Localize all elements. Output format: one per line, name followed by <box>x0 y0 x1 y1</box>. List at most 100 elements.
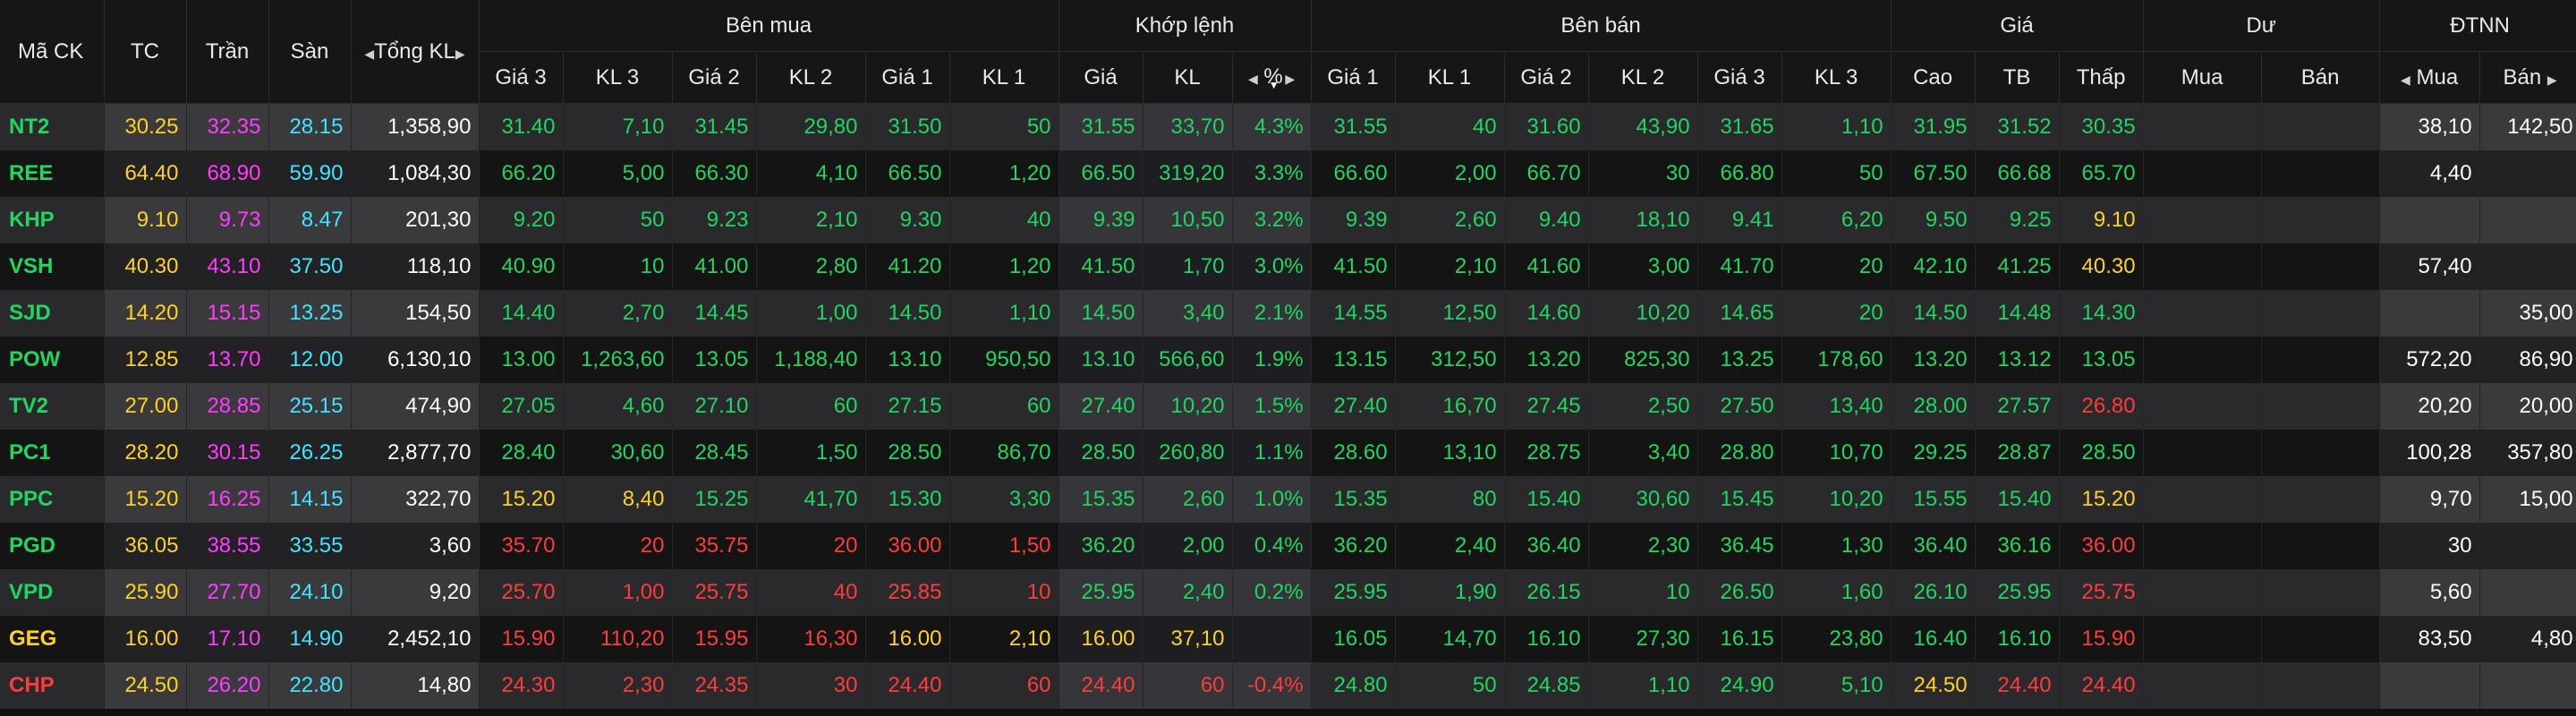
col-du-ban[interactable]: Bán <box>2261 51 2380 104</box>
ref-price-cell: 30.25 <box>104 103 187 150</box>
symbol-cell[interactable]: NT2 <box>0 103 105 150</box>
bid-price-3-cell: 66.20 <box>479 150 564 197</box>
col-tongkl-header[interactable]: ◀Tổng KL▶ <box>351 0 480 104</box>
total-volume-cell: 14,80 <box>351 662 480 709</box>
col-s-gia2[interactable]: Giá 2 <box>1504 51 1589 104</box>
ask-vol-3-cell: 10,70 <box>1781 430 1892 476</box>
col-tb[interactable]: TB <box>1975 51 2060 104</box>
symbol-cell[interactable]: KHP <box>0 197 105 243</box>
col-du-mua[interactable]: Mua <box>2143 51 2262 104</box>
col-thap[interactable]: Thấp <box>2059 51 2144 104</box>
symbol-cell[interactable]: TV2 <box>0 383 105 430</box>
col-b-gia2[interactable]: Giá 2 <box>672 51 757 104</box>
symbol-cell[interactable]: CHP <box>0 662 105 709</box>
col-cao[interactable]: Cao <box>1891 51 1976 104</box>
symbol-cell[interactable]: VSH <box>0 243 105 290</box>
ask-vol-1-cell: 12,50 <box>1395 290 1505 337</box>
col-m-pct[interactable]: ◀ %▼ ▶ <box>1232 51 1312 104</box>
col-tc-header[interactable]: TC <box>104 0 187 104</box>
group-ben-mua: Bên mua <box>479 0 1059 52</box>
total-volume-cell: 118,10 <box>351 243 480 290</box>
symbol-cell[interactable]: POW <box>0 337 105 383</box>
table-row[interactable]: VSH 40.30 43.10 37.50 118,10 40.90 10 41.00 2,80… <box>0 243 2576 290</box>
col-m-kl[interactable]: KL <box>1143 51 1233 104</box>
table-row[interactable]: VPD 25.90 27.70 24.10 9,20 25.70 1,00 25.75 40 25… <box>0 569 2576 616</box>
ceiling-price-cell: 38.55 <box>186 523 269 569</box>
price-board-table: Mã CK TC Trần Sàn ◀Tổng KL▶ Bên mua Khớp… <box>0 0 2576 709</box>
ask-price-3-cell: 16.15 <box>1697 616 1782 662</box>
col-nn-ban[interactable]: Bán ▶ <box>2479 51 2576 104</box>
ceiling-price-cell: 43.10 <box>186 243 269 290</box>
col-b-gia3[interactable]: Giá 3 <box>479 51 564 104</box>
table-row[interactable]: NT2 30.25 32.35 28.15 1,358,90 31.40 7,10 31.45… <box>0 103 2576 150</box>
col-s-gia3[interactable]: Giá 3 <box>1697 51 1782 104</box>
ask-vol-2-cell: 27,30 <box>1588 616 1698 662</box>
arrow-left-icon[interactable]: ◀ <box>364 47 374 61</box>
high-price-cell: 36.40 <box>1891 523 1976 569</box>
arrow-right-icon[interactable]: ▶ <box>455 47 465 61</box>
foreign-buy-cell: 9,70 <box>2379 476 2480 523</box>
ask-vol-1-cell: 1,90 <box>1395 569 1505 616</box>
arrow-right-icon[interactable]: ▶ <box>1285 72 1295 86</box>
symbol-cell[interactable]: VPD <box>0 569 105 616</box>
match-vol-cell: 10,50 <box>1143 197 1233 243</box>
foreign-sell-cell: 35,00 <box>2479 290 2576 337</box>
table-row[interactable]: CHP 24.50 26.20 22.80 14,80 24.30 2,30 24.35 30 2… <box>0 662 2576 709</box>
table-row[interactable]: POW 12.85 13.70 12.00 6,130,10 13.00 1,263,60 1… <box>0 337 2576 383</box>
table-row[interactable]: PC1 28.20 30.15 26.25 2,877,70 28.40 30,60 28.4… <box>0 430 2576 476</box>
table-row[interactable]: SJD 14.20 15.15 13.25 154,50 14.40 2,70 14.45 1,… <box>0 290 2576 337</box>
symbol-cell[interactable]: GEG <box>0 616 105 662</box>
ask-price-3-cell: 31.65 <box>1697 103 1782 150</box>
foreign-buy-cell: 572,20 <box>2379 337 2480 383</box>
ask-vol-3-cell: 1,30 <box>1781 523 1892 569</box>
col-s-gia1[interactable]: Giá 1 <box>1311 51 1396 104</box>
col-san-header[interactable]: Sàn <box>268 0 352 104</box>
foreign-buy-cell: 83,50 <box>2379 616 2480 662</box>
col-b-kl2[interactable]: KL 2 <box>756 51 866 104</box>
table-row[interactable]: PPC 15.20 16.25 14.15 322,70 15.20 8,40 15.25 41… <box>0 476 2576 523</box>
symbol-cell[interactable]: PGD <box>0 523 105 569</box>
match-vol-cell: 260,80 <box>1143 430 1233 476</box>
match-price-cell: 31.55 <box>1058 103 1143 150</box>
symbol-cell[interactable]: REE <box>0 150 105 197</box>
col-tran-header[interactable]: Trần <box>186 0 269 104</box>
col-s-kl2[interactable]: KL 2 <box>1588 51 1698 104</box>
col-b-gia1[interactable]: Giá 1 <box>865 51 950 104</box>
ask-vol-1-cell: 40 <box>1395 103 1505 150</box>
symbol-cell[interactable]: PC1 <box>0 430 105 476</box>
ref-price-cell: 64.40 <box>104 150 187 197</box>
table-row[interactable]: PGD 36.05 38.55 33.55 3,60 35.70 20 35.75 20 36.0… <box>0 523 2576 569</box>
foreign-sell-cell <box>2479 569 2576 616</box>
bid-vol-3-cell: 4,60 <box>563 383 673 430</box>
table-row[interactable]: TV2 27.00 28.85 25.15 474,90 27.05 4,60 27.10 60… <box>0 383 2576 430</box>
bid-price-2-cell: 24.35 <box>672 662 757 709</box>
remain-buy-cell <box>2143 243 2262 290</box>
sort-down-icon[interactable]: ▼ <box>1269 79 1279 91</box>
col-nn-mua[interactable]: ◀ Mua <box>2379 51 2480 104</box>
ref-price-cell: 14.20 <box>104 290 187 337</box>
arrow-left-icon[interactable]: ◀ <box>1248 72 1258 86</box>
table-row[interactable]: GEG 16.00 17.10 14.90 2,452,10 15.90 110,20 15.… <box>0 616 2576 662</box>
ask-price-1-cell: 27.40 <box>1311 383 1396 430</box>
arrow-left-icon[interactable]: ◀ <box>2401 72 2410 87</box>
match-pct-cell: 3.0% <box>1232 243 1312 290</box>
col-m-gia[interactable]: Giá <box>1058 51 1143 104</box>
foreign-buy-cell <box>2379 290 2480 337</box>
ask-price-3-cell: 41.70 <box>1697 243 1782 290</box>
bid-price-3-cell: 15.90 <box>479 616 564 662</box>
col-s-kl1[interactable]: KL 1 <box>1395 51 1505 104</box>
symbol-cell[interactable]: SJD <box>0 290 105 337</box>
total-volume-cell: 201,30 <box>351 197 480 243</box>
symbol-cell[interactable]: PPC <box>0 476 105 523</box>
floor-price-cell: 26.25 <box>268 430 352 476</box>
total-volume-cell: 2,452,10 <box>351 616 480 662</box>
low-price-cell: 14.30 <box>2059 290 2144 337</box>
col-symbol-header[interactable]: Mã CK <box>0 0 105 104</box>
table-row[interactable]: KHP 9.10 9.73 8.47 201,30 9.20 50 9.23 2,10 9.30 4… <box>0 197 2576 243</box>
arrow-right-icon[interactable]: ▶ <box>2547 72 2557 87</box>
match-price-cell: 13.10 <box>1058 337 1143 383</box>
col-s-kl3[interactable]: KL 3 <box>1781 51 1892 104</box>
col-b-kl1[interactable]: KL 1 <box>949 51 1059 104</box>
table-row[interactable]: REE 64.40 68.90 59.90 1,084,30 66.20 5,00 66.30… <box>0 150 2576 197</box>
col-b-kl3[interactable]: KL 3 <box>563 51 673 104</box>
